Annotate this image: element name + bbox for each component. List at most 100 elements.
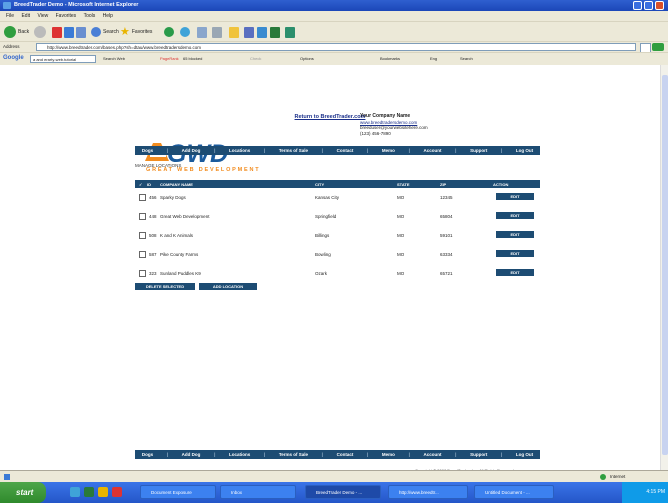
quicklaunch-app-icon[interactable] bbox=[112, 487, 122, 497]
edit-page-button[interactable] bbox=[244, 26, 254, 38]
cell-city: Ozark bbox=[315, 271, 328, 276]
nav-add-dog[interactable]: Add Dog bbox=[182, 148, 201, 153]
header-checkbox[interactable]: ✓ bbox=[139, 182, 142, 187]
history-button[interactable] bbox=[180, 26, 190, 38]
search-button[interactable]: Search bbox=[460, 56, 473, 61]
google-search-input[interactable]: a and erarty-web.tutorial bbox=[30, 55, 96, 63]
edit-button[interactable]: EDIT bbox=[496, 269, 534, 276]
mail-button[interactable] bbox=[197, 26, 207, 38]
nav-terms-of-sale[interactable]: Terms of Sale bbox=[279, 148, 308, 153]
start-button[interactable]: start bbox=[0, 482, 46, 503]
quicklaunch-media-icon[interactable] bbox=[98, 487, 108, 497]
research-icon bbox=[285, 26, 295, 38]
nav-add-dog[interactable]: Add Dog bbox=[182, 452, 201, 457]
edit-button[interactable]: EDIT bbox=[496, 231, 534, 238]
cell-company-name: Great Web Development bbox=[160, 214, 210, 219]
row-checkbox[interactable] bbox=[139, 270, 146, 277]
discuss-button[interactable] bbox=[257, 26, 267, 38]
header-id: ID bbox=[147, 181, 151, 187]
internet-zone-icon bbox=[600, 474, 606, 480]
refresh-button[interactable] bbox=[64, 26, 74, 38]
nav-log-out[interactable]: Log Out bbox=[516, 452, 533, 457]
gwd-logo-graphic: GWD GREAT WEB DEVELOPMENT bbox=[145, 140, 259, 173]
task-breedtrader-site[interactable]: http://www.breedtr... bbox=[388, 485, 468, 499]
task-breedtrader-demo[interactable]: BreedTrader Demo - ... bbox=[305, 485, 381, 499]
home-button[interactable] bbox=[76, 26, 86, 38]
quicklaunch-desktop-icon[interactable] bbox=[84, 487, 94, 497]
refresh-icon bbox=[64, 26, 74, 38]
scrollbar-thumb[interactable] bbox=[662, 75, 668, 455]
back-button[interactable]: Back bbox=[4, 26, 29, 38]
edit-button[interactable]: EDIT bbox=[496, 193, 534, 200]
eng-button[interactable]: Eng bbox=[430, 56, 437, 61]
search-icon bbox=[91, 27, 101, 37]
nav-dogs[interactable]: Dogs bbox=[142, 452, 153, 457]
row-checkbox[interactable] bbox=[139, 213, 146, 220]
delete-selected-button[interactable]: DELETE SELECTED bbox=[135, 283, 195, 290]
page-icon bbox=[4, 474, 10, 480]
top-nav: Dogs | Add Dog | Locations | Terms of Sale |… bbox=[135, 146, 540, 155]
address-input[interactable]: http://www.breedtrader.com/bases.php?sh=… bbox=[36, 43, 636, 51]
menu-favorites[interactable]: Favorites bbox=[56, 13, 77, 19]
company-email: breeduser@yourwebsitehere.com bbox=[360, 125, 428, 130]
menu-tools[interactable]: Tools bbox=[84, 13, 96, 19]
nav-log-out[interactable]: Log Out bbox=[516, 148, 533, 153]
nav-contact[interactable]: Contact bbox=[337, 452, 354, 457]
check-button[interactable]: Check bbox=[250, 56, 261, 61]
nav-dogs[interactable]: Dogs bbox=[142, 148, 153, 153]
favorites-button[interactable]: ★ Favorites bbox=[120, 26, 152, 38]
row-checkbox[interactable] bbox=[139, 194, 146, 201]
cell-city: Billings bbox=[315, 233, 330, 238]
messenger-button[interactable] bbox=[270, 26, 280, 38]
menu-help[interactable]: Help bbox=[103, 13, 113, 19]
maximize-button[interactable] bbox=[644, 1, 653, 10]
edit-button[interactable]: EDIT bbox=[496, 212, 534, 219]
search-button[interactable]: Search bbox=[91, 26, 119, 38]
google-logo: Google bbox=[3, 55, 24, 61]
cell-state: MO bbox=[397, 271, 405, 276]
folder-button[interactable] bbox=[229, 26, 239, 38]
research-button[interactable] bbox=[285, 26, 295, 38]
clock[interactable]: 4:15 PM bbox=[646, 489, 665, 495]
task-document-exposure[interactable]: Document Exposure bbox=[140, 485, 216, 499]
stop-button[interactable] bbox=[52, 26, 62, 38]
cell-company-name: K and K Animals bbox=[160, 233, 194, 238]
quicklaunch-ie-icon[interactable] bbox=[70, 487, 80, 497]
company-phone: (123) 456-7890 bbox=[360, 130, 391, 136]
edit-button[interactable]: EDIT bbox=[496, 250, 534, 257]
vertical-scrollbar[interactable] bbox=[660, 65, 668, 470]
minimize-button[interactable] bbox=[633, 1, 642, 10]
nav-account[interactable]: Account bbox=[424, 148, 442, 153]
menu-view[interactable]: View bbox=[37, 13, 48, 19]
media-button[interactable] bbox=[164, 26, 174, 38]
go-button[interactable] bbox=[652, 43, 664, 51]
nav-support[interactable]: Support bbox=[470, 148, 487, 153]
nav-memo[interactable]: Memo bbox=[382, 148, 395, 153]
nav-contact[interactable]: Contact bbox=[337, 148, 354, 153]
nav-memo[interactable]: Memo bbox=[382, 452, 395, 457]
menu-edit[interactable]: Edit bbox=[21, 13, 30, 19]
cell-city: Springfield bbox=[315, 214, 337, 219]
nav-locations[interactable]: Locations bbox=[229, 148, 250, 153]
browser-toolbar: Back Search ★ Favorites bbox=[0, 21, 668, 42]
row-checkbox[interactable] bbox=[139, 232, 146, 239]
options-button[interactable]: Options bbox=[300, 56, 314, 61]
nav-account[interactable]: Account bbox=[424, 452, 442, 457]
nav-support[interactable]: Support bbox=[470, 452, 487, 457]
task-untitled-document[interactable]: Untitled Document - ... bbox=[474, 485, 554, 499]
close-button[interactable] bbox=[655, 1, 664, 10]
menu-bar: File Edit View Favorites Tools Help bbox=[0, 11, 668, 21]
task-inbox[interactable]: Inbox bbox=[220, 485, 296, 499]
popup-blocked[interactable]: 65 blocked bbox=[183, 56, 202, 61]
forward-button[interactable] bbox=[34, 26, 46, 38]
search-web-button[interactable]: Search Web bbox=[103, 56, 125, 61]
add-location-button[interactable]: ADD LOCATION bbox=[199, 283, 257, 290]
nav-terms-of-sale[interactable]: Terms of Sale bbox=[279, 452, 308, 457]
bookmarks-button[interactable]: Bookmarks bbox=[380, 56, 400, 61]
nav-locations[interactable]: Locations bbox=[229, 452, 250, 457]
return-link[interactable]: Return to BreedTrader.com bbox=[0, 114, 660, 120]
discuss-icon bbox=[257, 26, 267, 38]
menu-file[interactable]: File bbox=[6, 13, 14, 19]
print-button[interactable] bbox=[212, 26, 222, 38]
row-checkbox[interactable] bbox=[139, 251, 146, 258]
